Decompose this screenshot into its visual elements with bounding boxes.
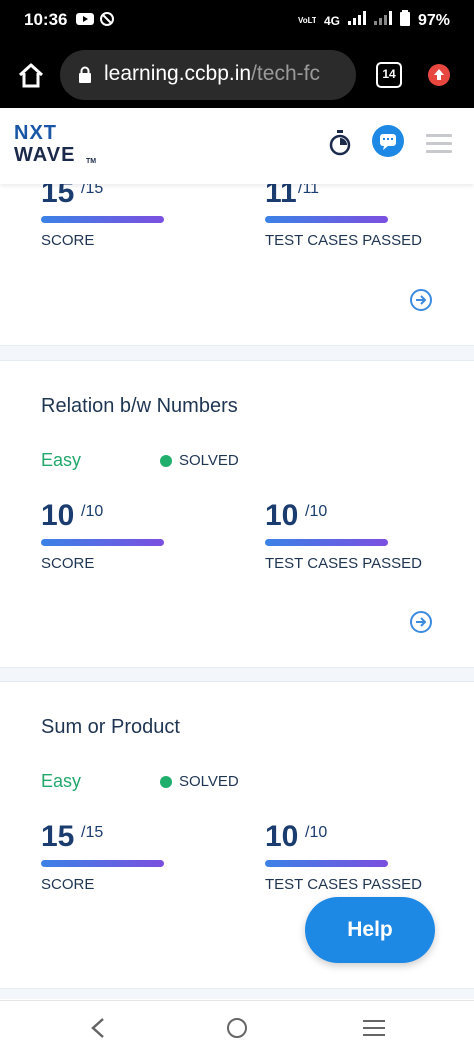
problem-card[interactable]: Relation b/w Numbers Easy SOLVED 10 /10 … [0,360,474,668]
score-label: SCORE [41,232,95,249]
battery-icon [399,10,410,31]
nxtwave-logo[interactable]: NXT WAVE TM [14,122,104,172]
solved-dot-icon [160,454,172,467]
home-circle-icon[interactable] [227,1018,247,1038]
test-cases-total: /10 [305,503,328,520]
open-problem-arrow-icon[interactable] [410,611,432,633]
score-value: 15 [41,184,75,209]
score-total: /10 [81,503,104,520]
test-cases-progress-bar [265,860,388,867]
test-cases-value: 10 [265,499,299,532]
problems-list: 15 /15 SCORE 11 /11 TEST CASES PASSED Re… [0,184,474,999]
test-cases-progress-bar [265,539,388,546]
status-text: SOLVED [179,452,239,469]
app-header: NXT WAVE TM [0,108,474,184]
problem-card: 15 /15 SCORE 11 /11 TEST CASES PASSED [0,184,474,346]
help-button[interactable]: Help [305,897,435,963]
test-cases-label: TEST CASES PASSED [265,876,422,893]
score-label: SCORE [41,876,95,893]
score-progress-bar [41,216,164,223]
browser-home-icon[interactable] [16,60,46,90]
url-path: /tech-fc [251,62,320,85]
tab-switcher-button[interactable]: 14 [376,62,402,88]
stopwatch-icon[interactable] [328,130,352,161]
score-progress-bar [41,539,164,546]
score-progress-bar [41,860,164,867]
signal-icon [347,11,366,30]
network-type: 4G [323,13,340,28]
difficulty-label: Easy [41,450,82,470]
problem-title[interactable]: Relation b/w Numbers [41,395,238,418]
battery-percent: 97% [417,11,450,29]
status-badge: SOLVED [160,773,239,790]
open-problem-arrow-icon[interactable] [410,289,432,311]
logo-tm: TM [86,158,97,165]
recent-apps-icon[interactable] [363,1020,385,1041]
test-cases-value: 11 [265,184,297,209]
test-cases-total: /10 [305,824,328,841]
test-cases-total: /11 [298,184,320,197]
lock-icon [78,66,92,89]
status-bar: 10:36 VoLTE1 4G 97% [0,0,474,40]
logo-line2: WAVE [14,144,76,166]
chat-icon[interactable] [372,125,404,157]
back-icon[interactable] [90,1017,106,1044]
score-total: /15 [81,184,104,197]
status-time: 10:36 [24,10,68,29]
status-badge: SOLVED [160,452,239,469]
score-value: 10 [41,499,75,532]
screen-record-icon [100,12,114,31]
status-text: SOLVED [179,773,239,790]
url-domain: learning.ccbp.in [104,62,252,85]
score-value: 15 [41,820,75,853]
url-text: learning.ccbp.in/tech-fc [104,62,344,86]
address-bar[interactable]: learning.ccbp.in/tech-fc [60,50,356,100]
score-total: /15 [81,824,104,841]
youtube-icon [76,12,94,31]
score-label: SCORE [41,555,95,572]
volte-label: VoLTE1 [297,16,316,25]
signal-icon-2 [373,11,392,30]
test-cases-value: 10 [265,820,299,853]
problem-title[interactable]: Sum or Product [41,716,180,739]
test-cases-label: TEST CASES PASSED [265,232,422,249]
system-nav-bar [0,1000,474,1053]
hamburger-menu-icon[interactable] [426,134,452,158]
status-right: VoLTE1 4G 97% [298,10,450,31]
logo-line1: NXT [14,122,57,144]
browser-toolbar: learning.ccbp.in/tech-fc 14 [0,40,474,108]
test-cases-label: TEST CASES PASSED [265,555,422,572]
solved-dot-icon [160,775,172,788]
test-cases-progress-bar [265,216,388,223]
update-icon[interactable] [428,64,450,86]
difficulty-label: Easy [41,771,82,791]
